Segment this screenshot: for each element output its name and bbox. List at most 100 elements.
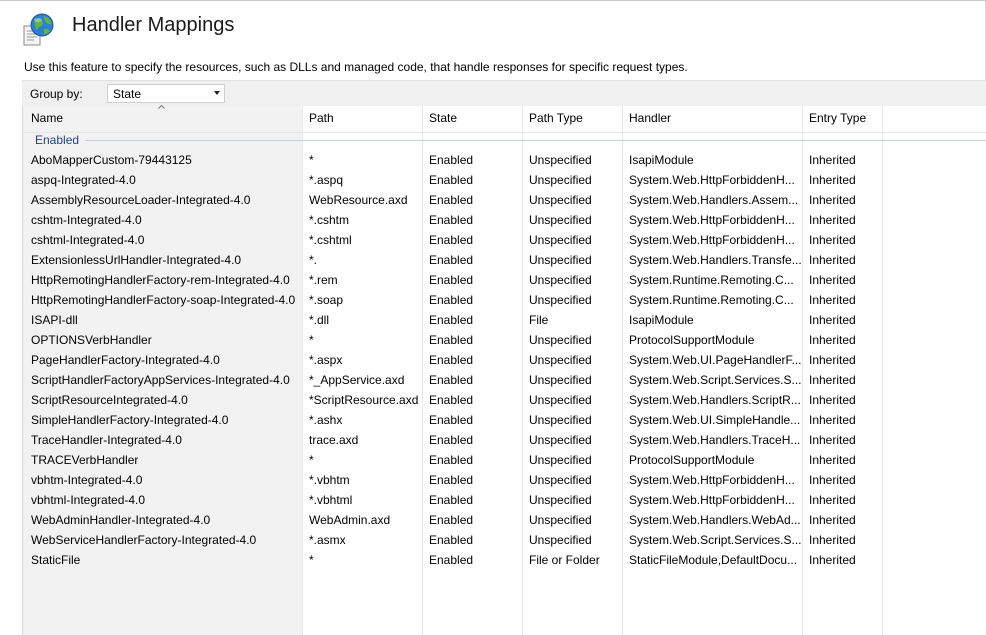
table-row[interactable]: StaticFile * Enabled File or Folder StaticFi… xyxy=(23,550,986,570)
table-row[interactable]: HttpRemotingHandlerFactory-rem-Integrate… xyxy=(23,270,986,290)
cell-entry-type: Inherited xyxy=(809,373,856,387)
cell-handler: System.Web.UI.PageHandlerF... xyxy=(629,353,801,367)
column-header-handler[interactable]: Handler xyxy=(629,111,671,125)
cell-state: Enabled xyxy=(429,333,474,347)
handler-mappings-page: Handler Mappings Use this feature to spe… xyxy=(0,0,986,635)
cell-path: * xyxy=(309,453,314,467)
top-border xyxy=(0,0,986,1)
cell-handler: System.Runtime.Remoting.C... xyxy=(629,293,794,307)
cell-name: TraceHandler-Integrated-4.0 xyxy=(31,433,182,447)
cell-entry-type: Inherited xyxy=(809,453,856,467)
cell-path-type: Unspecified xyxy=(529,213,592,227)
cell-name: HttpRemotingHandlerFactory-rem-Integrate… xyxy=(31,273,290,287)
cell-entry-type: Inherited xyxy=(809,473,856,487)
cell-state: Enabled xyxy=(429,533,474,547)
cell-entry-type: Inherited xyxy=(809,393,856,407)
cell-path: *.ashx xyxy=(309,413,343,427)
group-header-enabled[interactable]: Enabled xyxy=(35,133,79,147)
cell-path: * xyxy=(309,553,314,567)
cell-name: aspq-Integrated-4.0 xyxy=(31,173,136,187)
table-row[interactable]: ScriptResourceIntegrated-4.0 *ScriptResou… xyxy=(23,390,986,410)
table-row[interactable]: cshtm-Integrated-4.0 *.cshtm Enabled Unspec… xyxy=(23,210,986,230)
cell-name: AboMapperCustom-79443125 xyxy=(31,153,192,167)
cell-entry-type: Inherited xyxy=(809,533,856,547)
cell-path-type: Unspecified xyxy=(529,153,592,167)
cell-name: StaticFile xyxy=(31,553,81,567)
table-row[interactable]: SimpleHandlerFactory-Integrated-4.0 *.ash… xyxy=(23,410,986,430)
cell-state: Enabled xyxy=(429,433,474,447)
table-row[interactable]: aspq-Integrated-4.0 *.aspq Enabled Unspecif… xyxy=(23,170,986,190)
cell-path: WebResource.axd xyxy=(309,193,408,207)
column-header-state[interactable]: State xyxy=(429,111,457,125)
cell-state: Enabled xyxy=(429,513,474,527)
table-row[interactable]: TRACEVerbHandler * Enabled Unspecified Proto… xyxy=(23,450,986,470)
table-row[interactable]: vbhtml-Integrated-4.0 *.vbhtml Enabled Unsp… xyxy=(23,490,986,510)
table-row[interactable]: ExtensionlessUrlHandler-Integrated-4.0 *.… xyxy=(23,250,986,270)
cell-path: *.dll xyxy=(309,313,330,327)
cell-state: Enabled xyxy=(429,353,474,367)
cell-state: Enabled xyxy=(429,213,474,227)
table-row[interactable]: AboMapperCustom-79443125 * Enabled Unspecif… xyxy=(23,150,986,170)
chevron-down-icon[interactable] xyxy=(214,91,220,95)
group-by-dropdown[interactable]: State xyxy=(107,84,225,103)
table-row[interactable]: ISAPI-dll *.dll Enabled File IsapiModule Inhe… xyxy=(23,310,986,330)
table-row[interactable]: WebAdminHandler-Integrated-4.0 WebAdmin.a… xyxy=(23,510,986,530)
cell-path-type: File xyxy=(529,313,549,327)
cell-handler: ProtocolSupportModule xyxy=(629,333,755,347)
cell-path-type: Unspecified xyxy=(529,253,592,267)
table-row[interactable]: HttpRemotingHandlerFactory-soap-Integrat… xyxy=(23,290,986,310)
column-header-path[interactable]: Path xyxy=(309,111,334,125)
cell-entry-type: Inherited xyxy=(809,213,856,227)
cell-entry-type: Inherited xyxy=(809,173,856,187)
cell-handler: ProtocolSupportModule xyxy=(629,453,755,467)
cell-path: *.aspq xyxy=(309,173,344,187)
cell-state: Enabled xyxy=(429,393,474,407)
cell-entry-type: Inherited xyxy=(809,353,856,367)
cell-state: Enabled xyxy=(429,273,474,287)
cell-path-type: Unspecified xyxy=(529,273,592,287)
cell-handler: System.Web.Handlers.WebAd... xyxy=(629,513,801,527)
column-header-entry-type[interactable]: Entry Type xyxy=(809,111,866,125)
cell-path-type: Unspecified xyxy=(529,433,592,447)
cell-name: OPTIONSVerbHandler xyxy=(31,333,152,347)
table-row[interactable]: TraceHandler-Integrated-4.0 trace.axd Enab… xyxy=(23,430,986,450)
cell-path-type: Unspecified xyxy=(529,473,592,487)
cell-entry-type: Inherited xyxy=(809,553,856,567)
cell-entry-type: Inherited xyxy=(809,433,856,447)
cell-state: Enabled xyxy=(429,253,474,267)
cell-handler: System.Web.Handlers.Assem... xyxy=(629,193,799,207)
cell-entry-type: Inherited xyxy=(809,493,856,507)
table-row[interactable]: AssemblyResourceLoader-Integrated-4.0 Web… xyxy=(23,190,986,210)
column-header-path-type[interactable]: Path Type xyxy=(529,111,583,125)
cell-handler: System.Web.Script.Services.S... xyxy=(629,533,801,547)
cell-path: *.soap xyxy=(309,293,344,307)
cell-path: WebAdmin.axd xyxy=(309,513,391,527)
handler-mappings-table: Name Path State Path Type Handler Entry … xyxy=(22,105,986,635)
cell-path-type: Unspecified xyxy=(529,333,592,347)
cell-name: ExtensionlessUrlHandler-Integrated-4.0 xyxy=(31,253,242,267)
cell-state: Enabled xyxy=(429,293,474,307)
table-row[interactable]: WebServiceHandlerFactory-Integrated-4.0 *… xyxy=(23,530,986,550)
cell-handler: System.Web.HttpForbiddenH... xyxy=(629,473,795,487)
cell-path: *.cshtml xyxy=(309,233,352,247)
cell-name: vbhtml-Integrated-4.0 xyxy=(31,493,146,507)
table-row[interactable]: cshtml-Integrated-4.0 *.cshtml Enabled Unsp… xyxy=(23,230,986,250)
cell-name: ISAPI-dll xyxy=(31,313,78,327)
cell-name: AssemblyResourceLoader-Integrated-4.0 xyxy=(31,193,251,207)
cell-handler: StaticFileModule,DefaultDocu... xyxy=(629,553,798,567)
column-header-name[interactable]: Name xyxy=(31,111,63,125)
cell-path-type: Unspecified xyxy=(529,353,592,367)
cell-name: TRACEVerbHandler xyxy=(31,453,139,467)
table-row[interactable]: OPTIONSVerbHandler * Enabled Unspecified Pro… xyxy=(23,330,986,350)
cell-state: Enabled xyxy=(429,473,474,487)
cell-path-type: Unspecified xyxy=(529,373,592,387)
cell-handler: System.Runtime.Remoting.C... xyxy=(629,273,794,287)
table-row[interactable]: vbhtm-Integrated-4.0 *.vbhtm Enabled Unspec… xyxy=(23,470,986,490)
cell-state: Enabled xyxy=(429,193,474,207)
feature-description: Use this feature to specify the resource… xyxy=(24,60,688,74)
cell-path: *. xyxy=(309,253,318,267)
cell-handler: System.Web.Handlers.ScriptR... xyxy=(629,393,801,407)
table-row[interactable]: PageHandlerFactory-Integrated-4.0 *.aspx E… xyxy=(23,350,986,370)
table-row[interactable]: ScriptHandlerFactoryAppServices-Integrat… xyxy=(23,370,986,390)
cell-entry-type: Inherited xyxy=(809,513,856,527)
